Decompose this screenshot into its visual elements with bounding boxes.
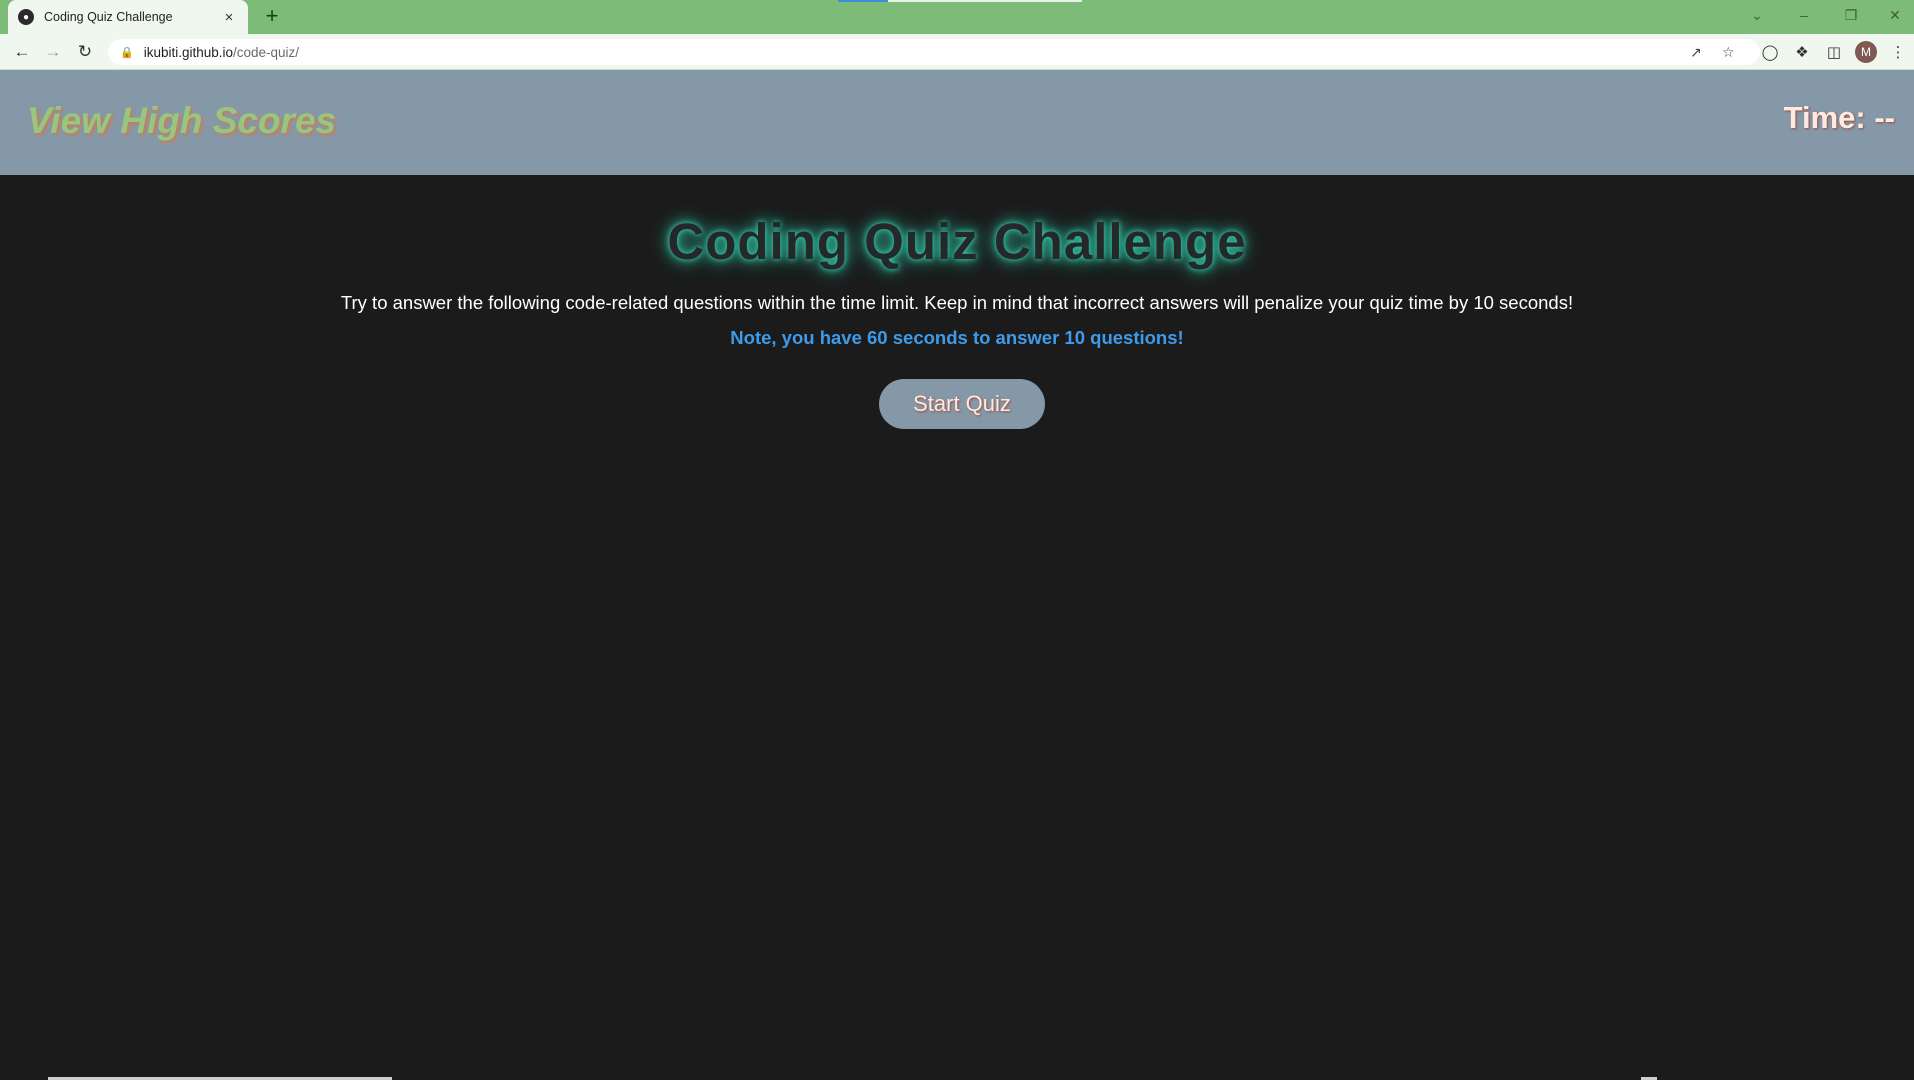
page-title: Coding Quiz Challenge xyxy=(667,213,1247,270)
quiz-timer: Time: -- xyxy=(1783,100,1895,135)
tab-close-icon[interactable]: × xyxy=(220,9,238,26)
view-high-scores-link[interactable]: View High Scores xyxy=(27,100,336,142)
browser-tab-active[interactable]: ● Coding Quiz Challenge × xyxy=(8,0,248,34)
start-quiz-button[interactable]: Start Quiz xyxy=(879,379,1045,429)
reload-icon[interactable]: ↻ xyxy=(73,40,97,64)
address-bar[interactable]: 🔒 ikubiti.github.io /code-quiz/ xyxy=(108,39,1760,65)
kebab-menu-icon[interactable]: ⋮ xyxy=(1887,42,1909,64)
browser-toolbar: ← → ↻ 🔒 ikubiti.github.io /code-quiz/ ↗ … xyxy=(0,34,1914,70)
quiz-instructions: Try to answer the following code-related… xyxy=(340,292,1574,313)
star-icon[interactable]: ☆ xyxy=(1722,44,1735,61)
page-load-progress xyxy=(838,0,1082,2)
lock-icon[interactable]: 🔒 xyxy=(120,46,134,59)
quiz-note: Note, you have 60 seconds to answer 10 q… xyxy=(730,327,1184,348)
url-path: /code-quiz/ xyxy=(233,44,300,60)
back-arrow-icon[interactable]: ← xyxy=(10,40,34,64)
browser-tab-strip: ● Coding Quiz Challenge × + ⌄ – ❐ ✕ xyxy=(0,0,1914,34)
url-host: ikubiti.github.io xyxy=(143,44,234,60)
puzzle-icon[interactable]: ❖ xyxy=(1791,42,1813,64)
restore-icon[interactable]: ❐ xyxy=(1836,4,1866,26)
tab-favicon-icon: ● xyxy=(18,9,34,25)
forward-arrow-icon[interactable]: → xyxy=(41,40,65,64)
share-icon[interactable]: ↗ xyxy=(1690,44,1702,61)
tab-search-icon[interactable]: ⌄ xyxy=(1742,4,1772,26)
new-tab-button[interactable]: + xyxy=(260,5,284,29)
side-panel-icon[interactable]: ◫ xyxy=(1823,42,1845,64)
extension-icon[interactable]: ◯ xyxy=(1759,42,1781,64)
window-close-icon[interactable]: ✕ xyxy=(1880,4,1910,26)
minimize-icon[interactable]: – xyxy=(1789,4,1819,26)
profile-avatar[interactable]: M xyxy=(1855,41,1877,63)
tab-title: Coding Quiz Challenge xyxy=(44,10,173,24)
